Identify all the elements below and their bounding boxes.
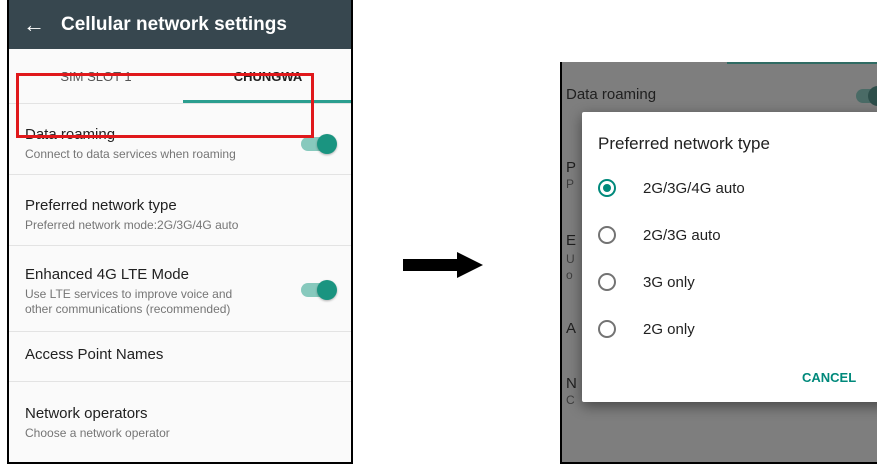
cancel-button[interactable]: CANCEL [802,370,856,385]
background-fragment: o [566,268,573,282]
toggle-knob [317,280,337,300]
data-roaming-toggle[interactable] [301,134,337,154]
tab-sim-slot-1[interactable]: SIM SLOT 1 [9,49,183,103]
setting-enhanced-4g-lte[interactable]: Enhanced 4G LTE Mode Use LTE services to… [9,245,351,331]
setting-preferred-network-type[interactable]: Preferred network type Preferred network… [9,174,351,245]
setting-title: Access Point Names [25,346,164,363]
active-tab-indicator [727,62,877,64]
enhanced-lte-toggle[interactable] [301,280,337,300]
page-title: Cellular network settings [61,13,287,35]
app-bar: ← Cellular network settings [9,0,351,49]
back-arrow-icon[interactable]: ← [9,13,49,36]
settings-screen: ← Cellular network settings SIM SLOT 1 C… [7,0,353,464]
summary-line: other communications (recommended) [25,302,231,316]
setting-title: Enhanced 4G LTE Mode [25,266,189,283]
tab-chungwa[interactable]: CHUNGWA [183,49,351,103]
radio-selected-icon[interactable] [598,179,616,197]
background-toggle [856,86,877,106]
radio-unselected-icon[interactable] [598,320,616,338]
radio-dot [603,184,611,192]
setting-data-roaming[interactable]: Data roaming Connect to data services wh… [9,103,351,174]
option-3g-only[interactable]: 3G only [598,264,868,300]
toggle-knob [317,134,337,154]
setting-network-operators[interactable]: Network operators Choose a network opera… [9,381,351,456]
setting-title: Preferred network type [25,197,177,214]
setting-access-point-names[interactable]: Access Point Names [9,331,351,381]
option-2g-only[interactable]: 2G only [598,311,868,347]
radio-unselected-icon[interactable] [598,273,616,291]
setting-title: Network operators [25,405,148,422]
background-fragment: A [566,320,577,337]
dialog-title: Preferred network type [598,134,770,153]
background-fragment: P [566,159,577,176]
option-label: 2G/3G/4G auto [643,179,745,197]
option-2g-3g-4g-auto[interactable]: 2G/3G/4G auto [598,170,868,206]
preferred-network-dialog: Preferred network type 2G/3G/4G auto 2G/… [582,112,877,402]
background-fragment: P [566,177,575,191]
background-fragment: N [566,375,577,392]
option-label: 2G only [643,320,695,338]
option-2g-3g-auto[interactable]: 2G/3G auto [598,217,868,253]
setting-summary: Choose a network operator [25,426,170,440]
background-fragment: U [566,252,575,266]
dialog-screen: Data roaming P P E U o A N C Preferred n… [560,62,877,464]
setting-summary: Connect to data services when roaming [25,147,236,161]
radio-unselected-icon[interactable] [598,226,616,244]
option-label: 2G/3G auto [643,226,721,244]
toggle-knob [868,86,877,106]
background-fragment: C [566,393,575,407]
sim-tabs: SIM SLOT 1 CHUNGWA [9,49,351,103]
option-label: 3G only [643,273,695,291]
setting-summary: Preferred network mode:2G/3G/4G auto [25,218,239,232]
background-setting-title: Data roaming [566,86,657,103]
background-fragment: E [566,232,577,249]
settings-list: Data roaming Connect to data services wh… [9,103,351,456]
right-arrow-icon [403,252,483,278]
